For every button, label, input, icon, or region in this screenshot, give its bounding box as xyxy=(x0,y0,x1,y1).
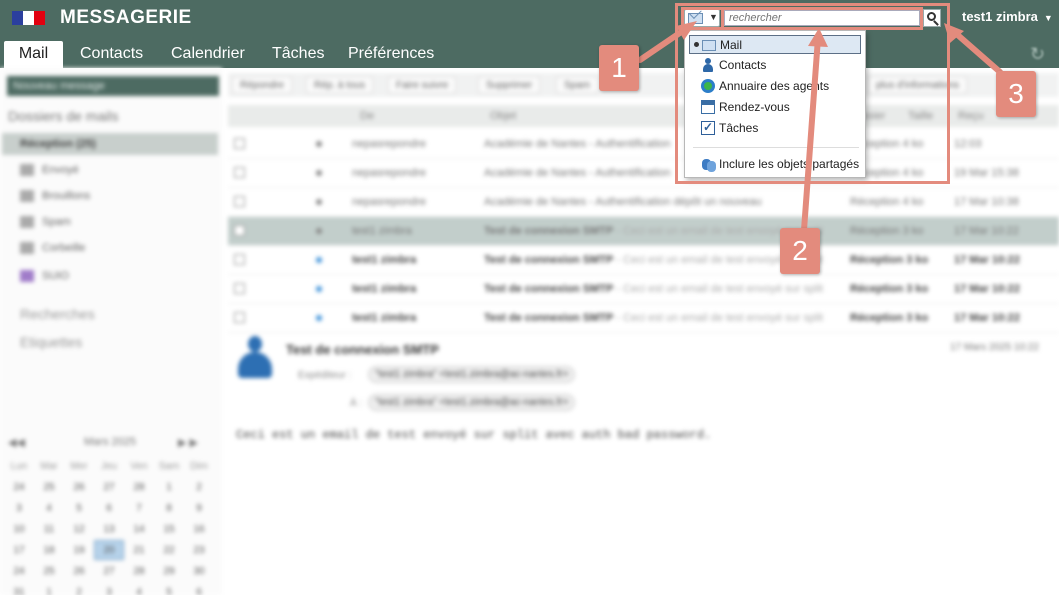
annotation-badge-3: 3 xyxy=(996,71,1036,117)
arrow-3 xyxy=(949,27,1003,75)
annotation-arrows xyxy=(637,21,1003,233)
annotation-badge-1: 1 xyxy=(599,45,639,91)
annotation-badge-2: 2 xyxy=(780,228,820,274)
arrow-2 xyxy=(801,35,821,233)
